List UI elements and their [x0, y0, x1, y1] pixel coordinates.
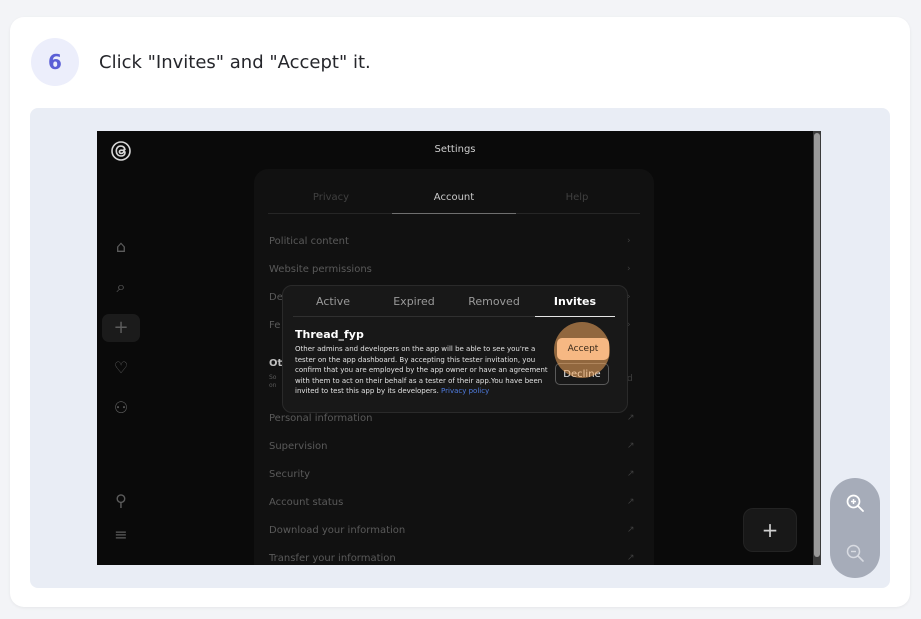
- home-icon[interactable]: ⌂: [108, 237, 134, 256]
- external-link-icon: ↗: [627, 525, 635, 535]
- row-account-status[interactable]: Account status: [269, 497, 343, 508]
- external-link-icon: ↗: [627, 469, 635, 479]
- row-ot-sub: So: [269, 374, 277, 381]
- profile-icon[interactable]: ⚇: [108, 398, 134, 417]
- tab-invites[interactable]: Invites: [535, 295, 615, 308]
- scrollbar[interactable]: [813, 131, 821, 565]
- external-link-icon: ↗: [627, 441, 635, 451]
- zoom-in-icon[interactable]: [830, 478, 880, 528]
- row-supervision[interactable]: Supervision: [269, 441, 327, 452]
- row-security[interactable]: Security: [269, 469, 310, 480]
- tab-help[interactable]: Help: [517, 192, 637, 203]
- zoom-controls: [830, 478, 880, 578]
- modal-tab-indicator: [535, 316, 615, 317]
- row-transfer-information[interactable]: Transfer your information: [269, 553, 396, 564]
- row-fe[interactable]: Fe: [269, 320, 280, 331]
- menu-icon[interactable]: ≡: [108, 525, 134, 544]
- privacy-policy-link[interactable]: Privacy policy: [441, 387, 489, 395]
- external-link-icon: ↗: [627, 553, 635, 563]
- settings-title: Settings: [434, 144, 476, 155]
- chevron-right-icon: ›: [627, 236, 631, 246]
- row-download-information[interactable]: Download your information: [269, 525, 405, 536]
- tab-active-indicator: [392, 213, 516, 214]
- tab-account[interactable]: Account: [394, 192, 514, 203]
- step-instruction: Click "Invites" and "Accept" it.: [99, 52, 371, 73]
- search-icon[interactable]: ⌕: [108, 277, 134, 297]
- app-screenshot: ⌂ ⌕ + ♡ ⚇ ⚲ ≡ Settings Privacy Account H…: [97, 131, 821, 565]
- external-link-icon: ↗: [627, 413, 635, 423]
- new-thread-button[interactable]: +: [743, 508, 797, 552]
- scrollbar-thumb[interactable]: [814, 133, 820, 557]
- row-website-permissions[interactable]: Website permissions: [269, 264, 372, 275]
- chevron-right-icon: ›: [627, 264, 631, 274]
- row-ot[interactable]: Ot: [269, 358, 282, 369]
- row-ot-sub2: on: [269, 382, 277, 389]
- zoom-out-icon[interactable]: [830, 528, 880, 578]
- row-personal-information[interactable]: Personal information: [269, 413, 372, 424]
- tab-removed[interactable]: Removed: [454, 295, 534, 308]
- row-de[interactable]: De: [269, 292, 283, 303]
- step-number: 6: [31, 38, 79, 86]
- pin-icon[interactable]: ⚲: [108, 491, 134, 510]
- tab-active[interactable]: Active: [293, 295, 373, 308]
- tab-expired[interactable]: Expired: [374, 295, 454, 308]
- tab-privacy[interactable]: Privacy: [271, 192, 391, 203]
- row-political-content[interactable]: Political content: [269, 236, 349, 247]
- invite-description-text: Other admins and developers on the app w…: [295, 345, 548, 395]
- invite-app-name: Thread_fyp: [295, 328, 364, 341]
- heart-icon[interactable]: ♡: [108, 358, 134, 377]
- external-link-icon: ↗: [627, 497, 635, 507]
- tester-invites-dialog: Active Expired Removed Invites Thread_fy…: [282, 285, 628, 413]
- create-icon[interactable]: +: [102, 314, 140, 342]
- accept-button[interactable]: Accept: [557, 338, 609, 360]
- invite-description: Other admins and developers on the app w…: [295, 344, 553, 397]
